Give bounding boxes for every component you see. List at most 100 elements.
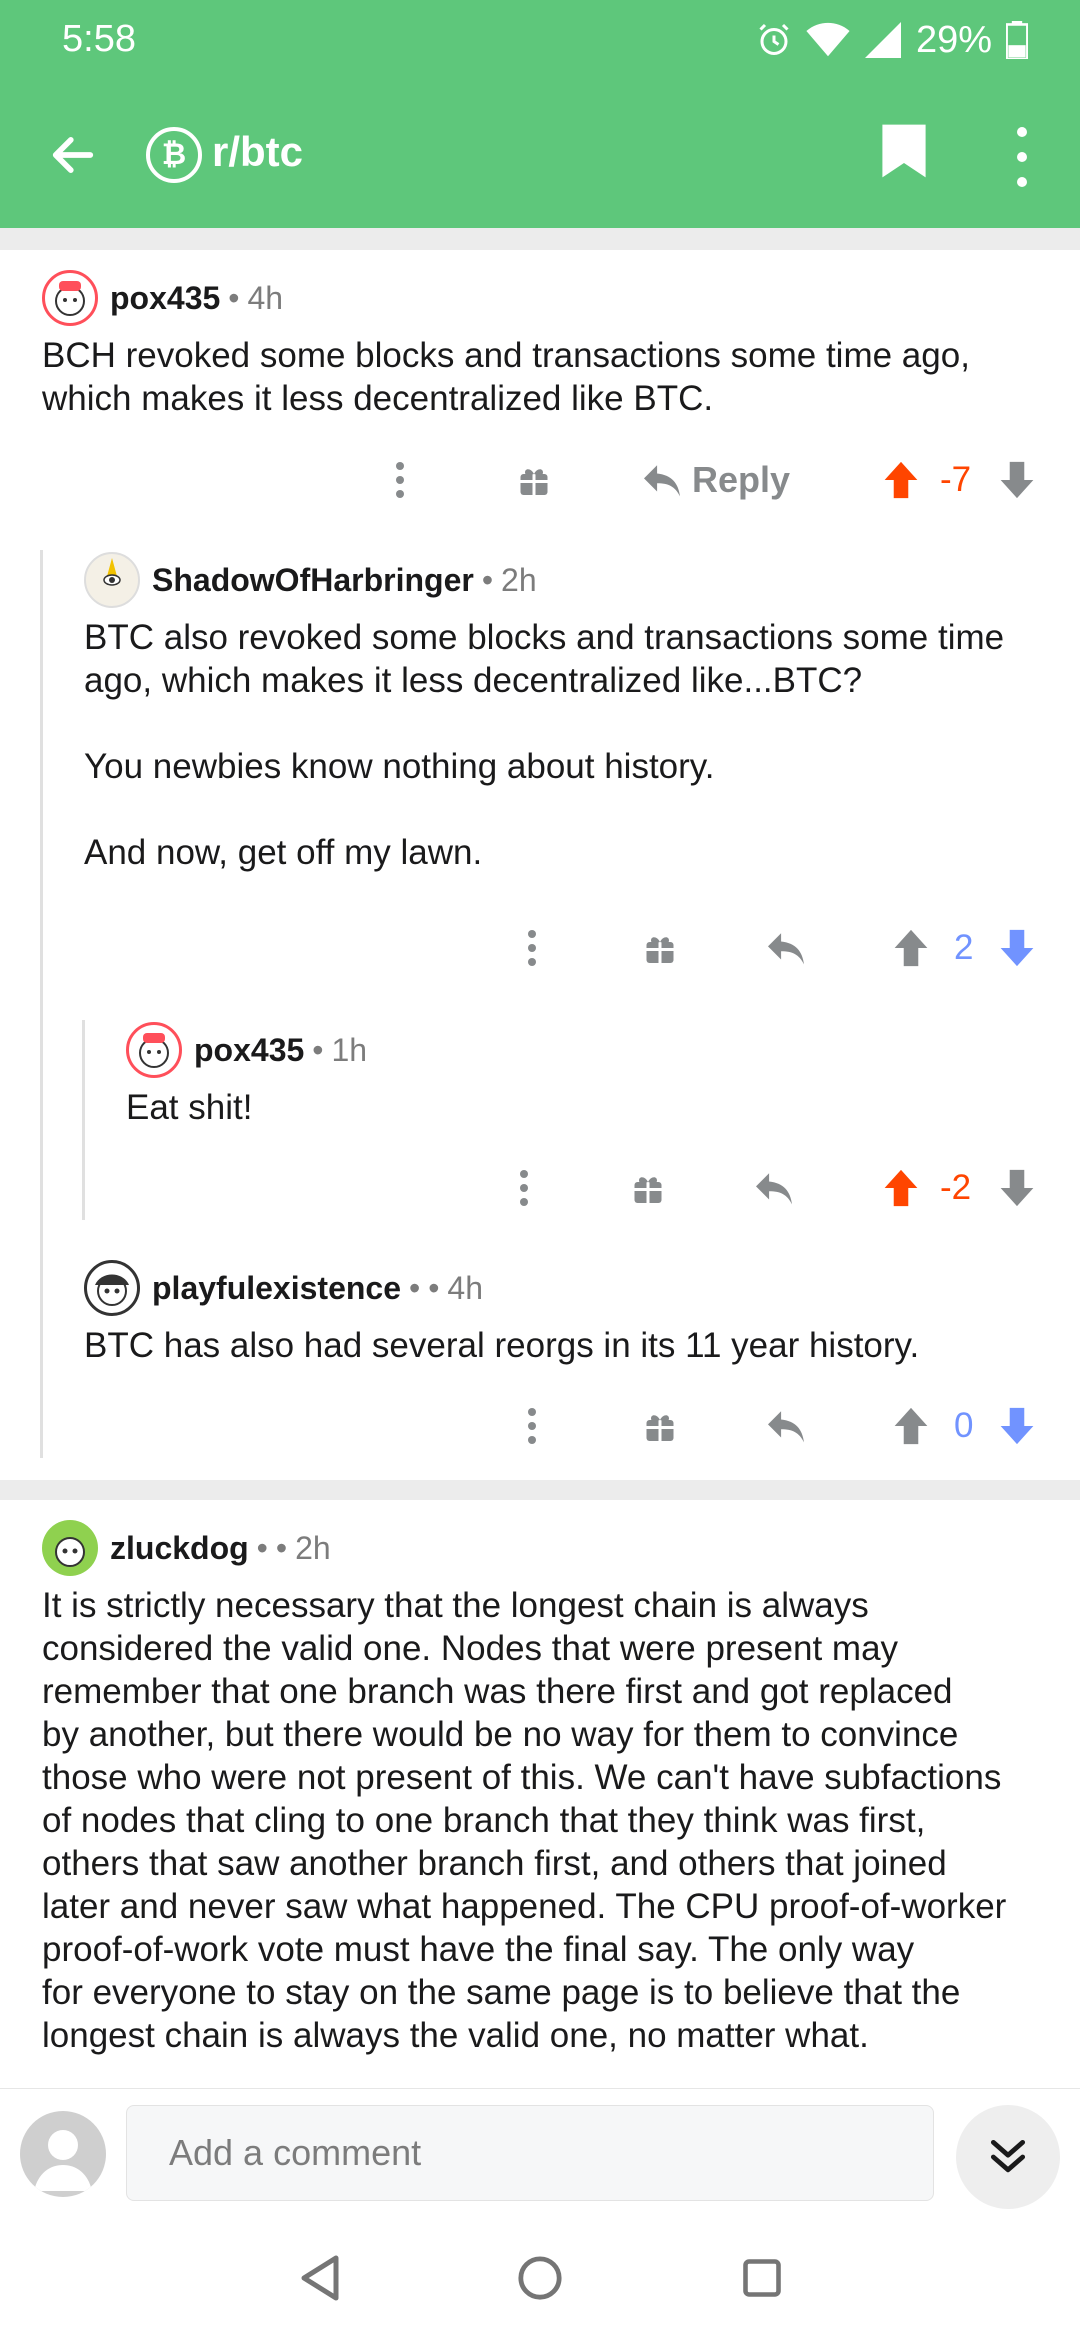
- downvote-button[interactable]: [998, 450, 1036, 510]
- comment-meta: pox435 • 4h: [42, 270, 283, 326]
- subreddit-icon[interactable]: ₿: [146, 127, 202, 183]
- downvote-arrow-icon: [1000, 929, 1034, 967]
- comment-meta: pox435 • 1h: [126, 1022, 367, 1078]
- alarm-icon: [759, 23, 789, 55]
- add-comment-input[interactable]: Add a comment: [126, 2105, 934, 2201]
- nav-back-button[interactable]: [290, 2248, 350, 2308]
- user-avatar[interactable]: [20, 2111, 106, 2197]
- dot: [1017, 176, 1027, 187]
- reply-button[interactable]: [766, 918, 806, 978]
- next-comment-button[interactable]: [956, 2105, 1060, 2209]
- award-button[interactable]: [642, 1396, 678, 1456]
- award-button[interactable]: [642, 918, 678, 978]
- thread-divider: [0, 1480, 1080, 1500]
- comment-author[interactable]: pox435: [110, 280, 220, 317]
- nav-home-button[interactable]: [510, 2248, 570, 2308]
- comment-body: BTC also revoked some blocks and transac…: [84, 618, 1005, 872]
- avatar[interactable]: [84, 1260, 140, 1316]
- comment-age: 2h: [501, 561, 537, 598]
- comment-body: BCH revoked some blocks and transactions…: [42, 336, 970, 418]
- system-nav-bar: [0, 2218, 1080, 2340]
- gift-icon: [520, 469, 548, 495]
- comment-author[interactable]: pox435: [194, 1032, 304, 1069]
- avatar[interactable]: [42, 1520, 98, 1576]
- comment-body: BTC has also had several reorgs in its 1…: [84, 1326, 920, 1365]
- comment-composer: Add a comment: [0, 2088, 1080, 2218]
- bookmark-icon: [882, 124, 926, 178]
- reply-icon: [756, 1173, 792, 1205]
- comment-separator: •: [312, 1031, 324, 1068]
- upvote-button[interactable]: [892, 918, 930, 978]
- gift-icon: [646, 1415, 674, 1441]
- reply-icon: [768, 1411, 804, 1443]
- status-bar: 5:58 29%: [0, 0, 1080, 80]
- upvote-arrow-icon: [884, 461, 918, 499]
- avatar[interactable]: [42, 270, 98, 326]
- dot: [1017, 151, 1027, 162]
- reply-button[interactable]: [754, 1158, 794, 1218]
- avatar[interactable]: [126, 1022, 182, 1078]
- comment-meta: playfulexistence • • 4h: [84, 1260, 483, 1316]
- reply-button[interactable]: [766, 1396, 806, 1456]
- signal-icon: [864, 22, 901, 58]
- comment-more-button[interactable]: [390, 450, 410, 510]
- upvote-button[interactable]: [892, 1396, 930, 1456]
- upvote-button[interactable]: [882, 1158, 920, 1218]
- gift-icon: [646, 937, 674, 963]
- downvote-arrow-icon: [1000, 461, 1034, 499]
- arrow-left-icon: [52, 137, 94, 173]
- snoo-avatar-icon: [103, 558, 121, 586]
- reply-button[interactable]: Reply: [642, 450, 790, 510]
- comment-separator: •: [256, 1529, 268, 1566]
- comment-body: Eat shit!: [126, 1088, 253, 1127]
- comment-more-button[interactable]: [522, 918, 542, 978]
- vote-score: 2: [954, 928, 974, 967]
- comment-author[interactable]: playfulexistence: [152, 1270, 401, 1307]
- comment-meta: ShadowOfHarbringer • 2h: [84, 552, 537, 608]
- thread-line: [40, 550, 43, 1458]
- snoo-avatar-icon: [55, 1537, 85, 1567]
- top-divider: [0, 228, 1080, 250]
- comment-age: 2h: [295, 1529, 331, 1566]
- comment-separator: •: [428, 1269, 440, 1306]
- comment-author[interactable]: ShadowOfHarbringer: [152, 562, 474, 599]
- downvote-arrow-icon: [1000, 1407, 1034, 1445]
- snoo-avatar-icon: [95, 1274, 129, 1306]
- nav-back-icon: [301, 2255, 339, 2301]
- comment-more-button[interactable]: [522, 1396, 542, 1456]
- award-button[interactable]: [630, 1158, 666, 1218]
- more-options-button[interactable]: [1004, 120, 1040, 194]
- double-chevron-down-icon: [990, 2139, 1026, 2173]
- user-silhouette-icon: [34, 2130, 92, 2191]
- comment-separator: •: [275, 1529, 288, 1566]
- vote-score: -7: [940, 460, 972, 499]
- comment-actions: 2: [522, 918, 1050, 978]
- comment-meta: zluckdog • • 2h: [42, 1520, 331, 1576]
- nav-home-icon: [518, 2256, 562, 2300]
- subreddit-name[interactable]: r/btc: [212, 128, 303, 176]
- comment-separator: •: [481, 561, 494, 598]
- nav-recents-icon: [743, 2259, 781, 2297]
- app-header: 5:58 29% ₿ r/btc: [0, 0, 1080, 228]
- reply-label: Reply: [692, 459, 791, 500]
- back-button[interactable]: [38, 120, 108, 190]
- reply-icon: [768, 933, 804, 965]
- comment-actions: Reply -7: [390, 450, 1050, 510]
- avatar[interactable]: [84, 552, 140, 608]
- downvote-button[interactable]: [998, 1158, 1036, 1218]
- nav-recents-button[interactable]: [732, 2248, 792, 2308]
- vote-score: 0: [954, 1406, 974, 1445]
- downvote-button[interactable]: [998, 918, 1036, 978]
- upvote-arrow-icon: [894, 929, 928, 967]
- upvote-button[interactable]: [882, 450, 920, 510]
- comment-body: It is strictly necessary that the longes…: [42, 1586, 1007, 2055]
- snoo-avatar-icon: [55, 281, 85, 316]
- comment-author[interactable]: zluckdog: [110, 1530, 249, 1567]
- downvote-button[interactable]: [998, 1396, 1036, 1456]
- award-button[interactable]: [516, 450, 552, 510]
- comment-actions: -2: [514, 1158, 1050, 1218]
- reply-icon: [644, 465, 680, 497]
- bookmark-button[interactable]: [880, 122, 940, 192]
- comment-age: 1h: [331, 1031, 368, 1068]
- comment-more-button[interactable]: [514, 1158, 534, 1218]
